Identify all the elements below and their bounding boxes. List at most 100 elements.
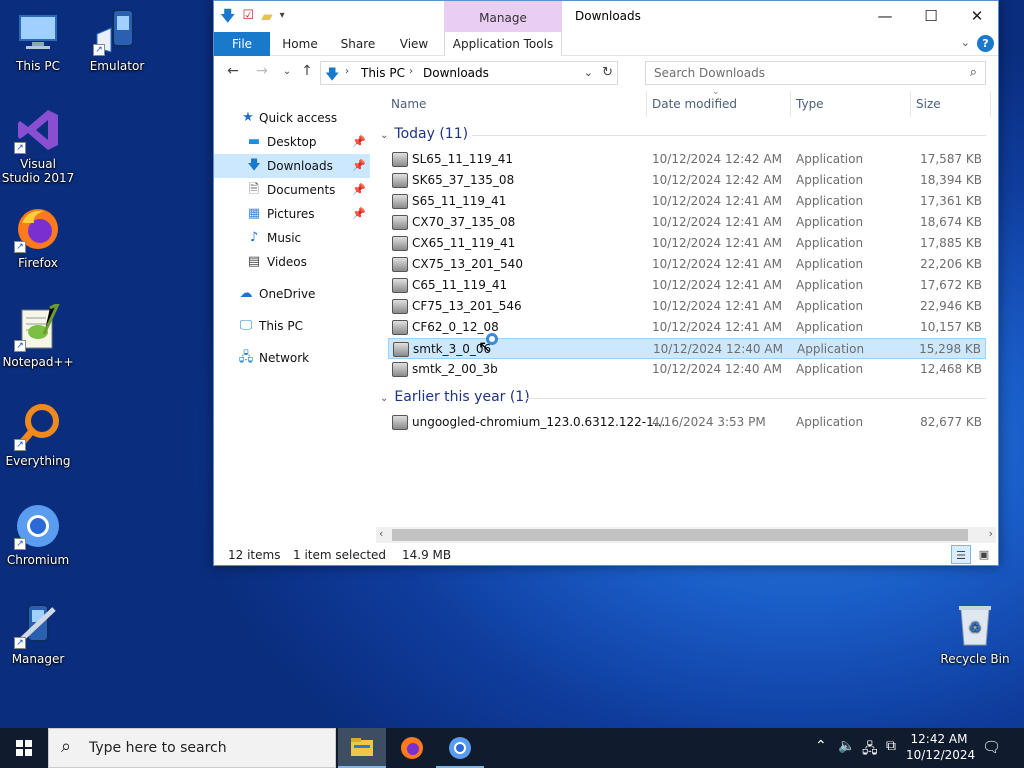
group-header-today[interactable]: ⌄ Today (11) [380, 126, 468, 142]
file-row[interactable]: CX65_11_119_41 10/12/2024 12:41 AM Applica… [388, 233, 986, 254]
address-bar[interactable]: 🡇 › This PC › Downloads ⌄ ↻ [320, 61, 618, 85]
column-separator[interactable] [646, 91, 647, 117]
maximize-button[interactable]: ☐ [908, 1, 954, 32]
tab-file[interactable]: File [214, 32, 270, 56]
tab-view[interactable]: View [390, 32, 438, 56]
address-row: ← → ⌄ ↑ 🡇 › This PC › Downloads ⌄ ↻ Sear… [214, 57, 998, 89]
start-button[interactable] [0, 728, 48, 768]
forward-button[interactable]: → [251, 63, 273, 79]
taskbar-app-file-explorer[interactable] [338, 728, 386, 768]
sidebar-item-this-pc[interactable]: 🖵 This PC [214, 314, 370, 338]
file-row[interactable]: SK65_37_135_08 10/12/2024 12:42 AM Applica… [388, 170, 986, 191]
address-dropdown-icon[interactable]: ⌄ [584, 66, 593, 79]
collapse-chevron-icon[interactable]: ⌄ [380, 393, 388, 404]
file-row[interactable]: CF62_0_12_08 10/12/2024 12:41 AM Applicati… [388, 317, 986, 338]
taskbar-app-firefox[interactable] [388, 728, 436, 768]
sidebar-item-onedrive[interactable]: ☁ OneDrive [214, 282, 370, 306]
show-hidden-icons-button[interactable]: ⌃ [815, 738, 827, 754]
file-date-modified: 10/12/2024 12:40 AM [652, 362, 782, 376]
desktop-icon-manager[interactable]: ↗ Manager [0, 601, 76, 666]
file-name: smtk_2_00_3b [412, 362, 498, 376]
network-status-icon[interactable]: 🖧 [862, 738, 878, 762]
desktop-icon-chromium[interactable]: ↗ Chromium [0, 502, 76, 567]
breadcrumb-separator-icon[interactable]: › [345, 66, 349, 77]
column-header-name[interactable]: Name [391, 91, 426, 117]
title-bar[interactable]: 🡇 ☑ ▰ ▾ Manage Downloads — ☐ ✕ [214, 1, 998, 32]
sidebar-item-music[interactable]: ♪ Music [214, 226, 370, 250]
up-button[interactable]: ↑ [296, 63, 318, 79]
download-arrow-icon[interactable]: 🡇 [220, 7, 235, 25]
close-button[interactable]: ✕ [954, 1, 1000, 32]
desktop-icon-recycle-bin[interactable]: ♻ Recycle Bin [937, 601, 1013, 666]
properties-icon[interactable]: ☑ [242, 7, 254, 25]
file-row[interactable]: SL65_11_119_41 10/12/2024 12:42 AM Applica… [388, 149, 986, 170]
pin-icon[interactable]: 📌 [352, 130, 366, 154]
file-size: 17,885 KB [920, 236, 982, 250]
file-name: C65_11_119_41 [412, 278, 508, 292]
file-row[interactable]: CX75_13_201_540 10/12/2024 12:41 AM Applic… [388, 254, 986, 275]
file-explorer-window[interactable]: 🡇 ☑ ▰ ▾ Manage Downloads — ☐ ✕ File Home… [213, 0, 999, 566]
input-indicator-icon[interactable]: ⧉ [886, 738, 896, 754]
tab-application-tools[interactable]: Application Tools [444, 32, 562, 56]
search-input[interactable]: Search Downloads ⌕ [645, 61, 986, 85]
chevron-down-icon[interactable]: ▾ [280, 7, 285, 25]
desktop-icon-this-pc[interactable]: This PC [0, 8, 76, 73]
sidebar-item-documents[interactable]: 🗎 Documents 📌 [214, 178, 370, 202]
desktop-icon-everything[interactable]: ↗ Everything [0, 403, 76, 468]
desktop-icon-notepadpp[interactable]: ↗ Notepad++ [0, 300, 76, 369]
refresh-icon[interactable]: ↻ [602, 65, 613, 80]
sidebar-item-pictures[interactable]: ▦ Pictures 📌 [214, 202, 370, 226]
desktop-icon-emulator[interactable]: ↗ Emulator [79, 8, 155, 73]
help-icon[interactable]: ? [977, 35, 994, 52]
column-header-type[interactable]: Type [796, 91, 824, 117]
breadcrumb-this-pc[interactable]: This PC [361, 66, 405, 80]
column-separator[interactable] [790, 91, 791, 117]
column-separator[interactable] [910, 91, 911, 117]
sidebar-item-quick-access[interactable]: ★ Quick access [214, 106, 370, 130]
pin-icon[interactable]: 📌 [352, 202, 366, 226]
details-view-button[interactable]: ☰ [951, 545, 971, 564]
desktop-icon-visual-studio[interactable]: ↗ Visual Studio 2017 [0, 106, 76, 185]
sidebar-item-network[interactable]: 🖧 Network [214, 346, 370, 370]
tab-home[interactable]: Home [276, 32, 324, 56]
column-header-size[interactable]: Size [916, 91, 941, 117]
file-size: 17,672 KB [920, 278, 982, 292]
minimize-button[interactable]: — [862, 1, 908, 32]
sidebar-item-label: Desktop [267, 135, 317, 149]
scrollbar-thumb[interactable] [392, 529, 968, 541]
back-button[interactable]: ← [222, 63, 244, 79]
file-row[interactable]: ungoogled-chromium_123.0.6312.122-1.... 4… [388, 412, 986, 433]
file-row[interactable]: S65_11_119_41 10/12/2024 12:41 AM Applicat… [388, 191, 986, 212]
scroll-left-icon[interactable]: ‹ [379, 527, 383, 540]
file-row[interactable]: CF75_13_201_546 10/12/2024 12:41 AM Applic… [388, 296, 986, 317]
manage-contextual-tab[interactable]: Manage [444, 1, 562, 32]
taskbar-app-chromium[interactable] [436, 728, 484, 768]
sidebar-item-downloads[interactable]: 🡇 Downloads 📌 [214, 154, 370, 178]
new-folder-icon[interactable]: ▰ [261, 7, 273, 25]
breadcrumb-separator-icon[interactable]: › [409, 66, 413, 77]
clock[interactable]: 12:42 AM 10/12/2024 [906, 731, 975, 763]
horizontal-scrollbar[interactable]: ‹ › [376, 527, 996, 543]
expand-ribbon-icon[interactable]: ⌄ [961, 36, 970, 49]
sidebar-item-videos[interactable]: ▤ Videos [214, 250, 370, 274]
desktop-icon-firefox[interactable]: ↗ Firefox [0, 205, 76, 270]
collapse-chevron-icon[interactable]: ⌄ [380, 130, 388, 141]
sidebar-item-desktop[interactable]: ▬ Desktop 📌 [214, 130, 370, 154]
notification-center-icon[interactable]: 🗨 [982, 738, 1001, 756]
scroll-right-icon[interactable]: › [989, 527, 993, 540]
recent-locations-button[interactable]: ⌄ [276, 66, 298, 77]
file-row[interactable]: CX70_37_135_08 10/12/2024 12:41 AM Applica… [388, 212, 986, 233]
tab-share[interactable]: Share [334, 32, 382, 56]
breadcrumb-downloads[interactable]: Downloads [423, 66, 489, 80]
file-row[interactable]: smtk_2_00_3b 10/12/2024 12:40 AM Applicati… [388, 359, 986, 380]
column-header-date-modified[interactable]: Date modified [652, 91, 737, 117]
pin-icon[interactable]: 📌 [352, 154, 366, 178]
large-icons-view-button[interactable]: ▣ [974, 545, 994, 564]
volume-muted-icon[interactable]: 🔈 [838, 738, 855, 754]
pin-icon[interactable]: 📌 [352, 178, 366, 202]
taskbar-search-box[interactable]: ⌕ Type here to search [48, 728, 336, 768]
group-header-earlier-this-year[interactable]: ⌄ Earlier this year (1) [380, 389, 530, 405]
file-row[interactable]: C65_11_119_41 10/12/2024 12:41 AM Applicat… [388, 275, 986, 296]
videos-icon: ▤ [247, 254, 261, 269]
column-separator[interactable] [990, 91, 991, 117]
